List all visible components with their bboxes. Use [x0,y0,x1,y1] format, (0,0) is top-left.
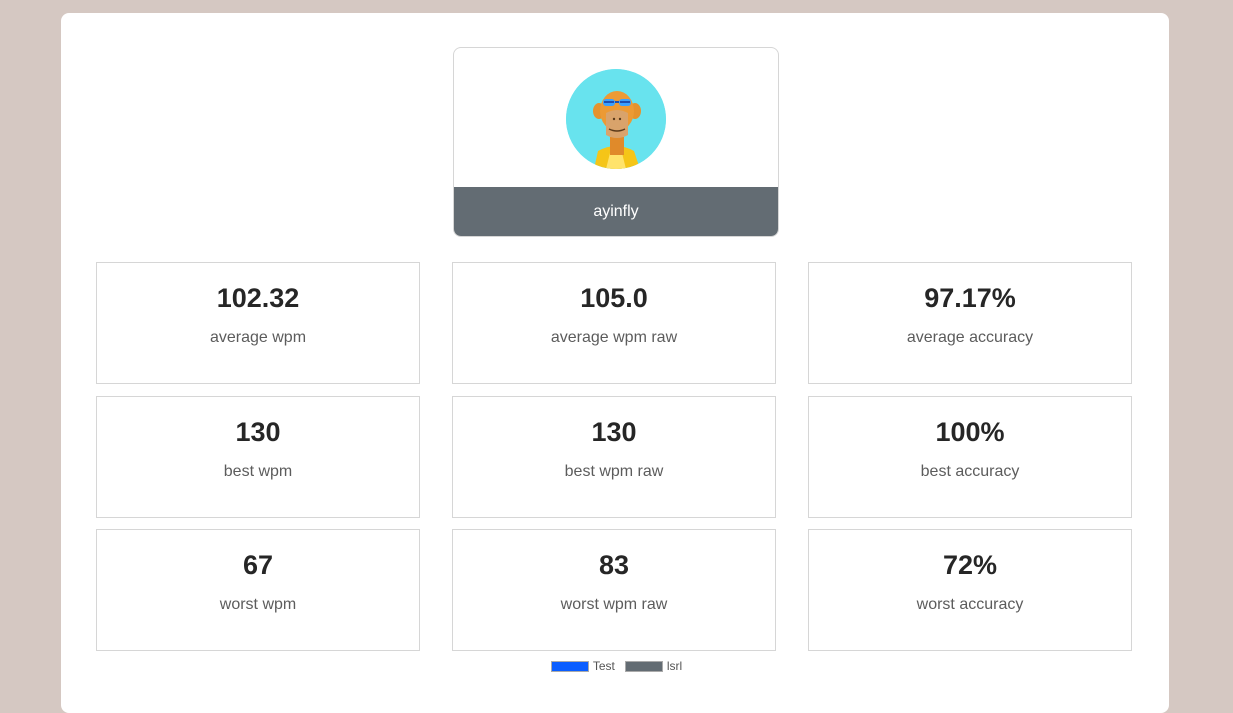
legend-swatch [624,660,663,672]
profile-card: ayinfly [453,47,779,237]
stat-value: 130 [591,417,637,447]
stat-label: average accuracy [906,329,1034,346]
stat-value: 102.32 [216,283,300,313]
chart-legend: Test lsrl [0,659,1233,673]
stat-label: best wpm [223,463,293,480]
stat-value: 105.0 [580,283,648,313]
stat-card-worst-accuracy: 72% worst accuracy [808,529,1132,651]
stat-value: 83 [598,550,630,580]
stat-value: 100% [935,417,1005,447]
legend-swatch [550,660,589,672]
stat-card-best-wpm: 130 best wpm [96,396,420,518]
stat-label: average wpm raw [550,329,678,346]
stat-label: best wpm raw [564,463,664,480]
stat-card-worst-wpm: 67 worst wpm [96,529,420,651]
legend-item-test[interactable]: Test [550,659,615,673]
stat-label: worst wpm [219,596,297,613]
stat-card-average-wpm: 102.32 average wpm [96,262,420,384]
stat-label: worst wpm raw [560,596,668,613]
stat-value: 67 [242,550,274,580]
stat-card-average-wpm-raw: 105.0 average wpm raw [452,262,776,384]
stat-card-average-accuracy: 97.17% average accuracy [808,262,1132,384]
stat-value: 72% [942,550,998,580]
legend-label: Test [592,659,615,673]
stat-card-best-accuracy: 100% best accuracy [808,396,1132,518]
stat-label: average wpm [209,329,307,346]
stat-value: 130 [235,417,281,447]
stat-card-best-wpm-raw: 130 best wpm raw [452,396,776,518]
username-label: ayinfly [454,187,778,236]
stat-label: worst accuracy [916,596,1024,613]
legend-item-lsrl[interactable]: lsrl [624,659,683,673]
ape-avatar-icon [566,69,666,169]
stat-label: best accuracy [920,463,1020,480]
legend-label: lsrl [666,659,683,673]
stat-value: 97.17% [924,283,1016,313]
stat-card-worst-wpm-raw: 83 worst wpm raw [452,529,776,651]
